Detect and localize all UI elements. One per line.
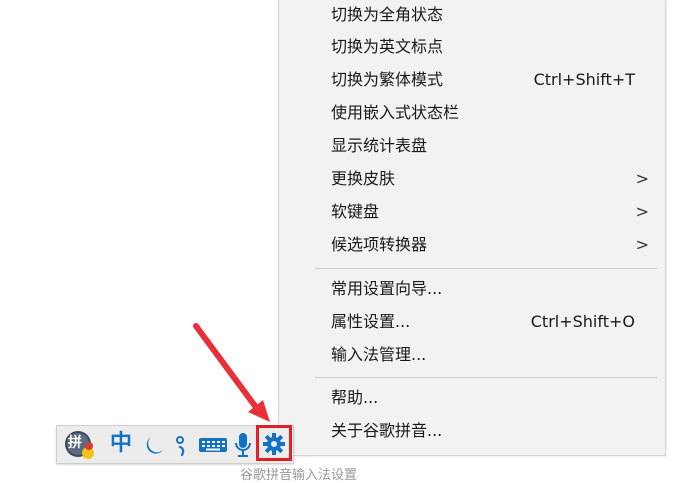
menu-separator — [315, 377, 657, 378]
chevron-right-icon: > — [635, 202, 649, 221]
menu-item-soft-keyboard[interactable]: 软键盘 > — [279, 196, 665, 228]
chevron-right-icon: > — [635, 169, 649, 188]
menu-item-stats-dashboard[interactable]: 显示统计表盘 — [279, 130, 665, 162]
menu-item-label: 候选项转换器 — [331, 235, 428, 254]
menu-item-candidate-converter[interactable]: 候选项转换器 > — [279, 229, 665, 261]
menu-item-label: 属性设置... — [331, 312, 411, 331]
punctuation-icon[interactable] — [171, 426, 193, 463]
menu-item-ime-management[interactable]: 输入法管理... — [279, 339, 665, 371]
menu-item-label: 切换为全角状态 — [331, 5, 444, 24]
menu-item-label: 切换为英文标点 — [331, 37, 444, 56]
half-moon-icon[interactable] — [143, 426, 169, 463]
context-menu: 切换为全角状态 切换为英文标点 切换为繁体模式 Ctrl+Shift+T 使用嵌… — [278, 0, 666, 456]
menu-separator — [315, 268, 657, 269]
settings-highlight-box — [256, 425, 292, 461]
menu-item-label: 更换皮肤 — [331, 169, 396, 188]
menu-item-label: 关于谷歌拼音... — [331, 421, 443, 440]
menu-item-change-skin[interactable]: 更换皮肤 > — [279, 163, 665, 195]
menu-item-embedded-statusbar[interactable]: 使用嵌入式状态栏 — [279, 97, 665, 129]
image-caption: 谷歌拼音输入法设置 — [240, 468, 358, 483]
menu-item-label: 使用嵌入式状态栏 — [331, 103, 460, 122]
keyboard-icon[interactable] — [197, 426, 229, 463]
menu-item-english-punctuation[interactable]: 切换为英文标点 — [279, 31, 665, 63]
chinese-mode-label[interactable]: 中 — [110, 430, 132, 458]
menu-item-label: 显示统计表盘 — [331, 136, 428, 155]
menu-item-fullwidth[interactable]: 切换为全角状态 — [279, 0, 665, 31]
menu-item-label: 帮助... — [331, 388, 379, 407]
shortcut-text: Ctrl+Shift+T — [533, 70, 635, 89]
menu-item-about[interactable]: 关于谷歌拼音... — [279, 415, 665, 447]
microphone-icon[interactable] — [232, 426, 254, 463]
shortcut-text: Ctrl+Shift+O — [530, 312, 635, 331]
menu-item-label: 输入法管理... — [331, 345, 427, 364]
logo-char: 拼 — [68, 435, 82, 451]
menu-item-properties[interactable]: 属性设置... Ctrl+Shift+O — [279, 306, 665, 338]
menu-item-traditional[interactable]: 切换为繁体模式 Ctrl+Shift+T — [279, 64, 665, 96]
menu-item-help[interactable]: 帮助... — [279, 382, 665, 414]
menu-item-label: 切换为繁体模式 — [331, 70, 444, 89]
menu-item-label: 常用设置向导... — [331, 279, 443, 298]
menu-item-setup-wizard[interactable]: 常用设置向导... — [279, 273, 665, 305]
chevron-right-icon: > — [635, 235, 649, 254]
menu-item-label: 软键盘 — [331, 202, 380, 221]
